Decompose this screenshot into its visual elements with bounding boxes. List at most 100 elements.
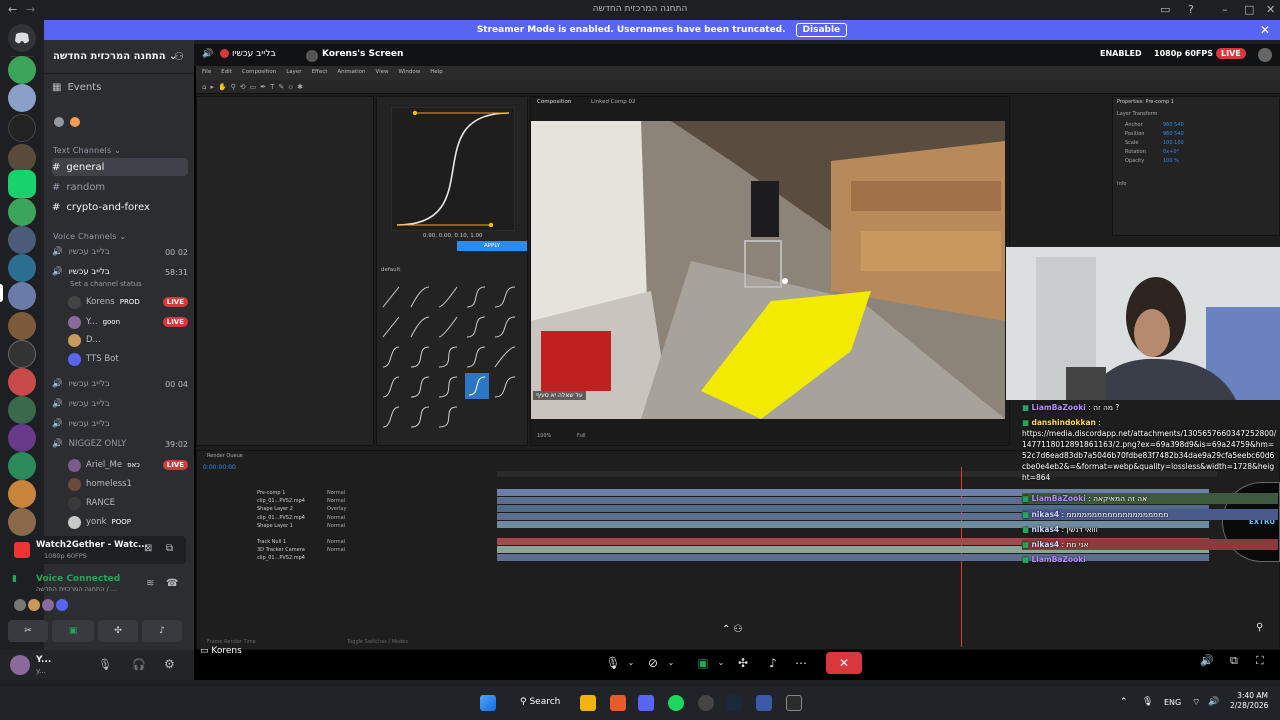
ease-curve-graph[interactable] [391, 107, 515, 231]
share-options-icon[interactable]: ⌄ [710, 652, 732, 674]
speaker-icon[interactable]: 🔊 [202, 49, 213, 59]
layer-name[interactable]: clip_01...PVS2.mp4 [257, 514, 305, 522]
popout-stream-icon[interactable]: ⧉ [1230, 654, 1238, 668]
events-item[interactable]: ▦ Events [52, 78, 188, 96]
layer-mode[interactable]: Normal [327, 546, 346, 554]
voice-channel-3[interactable]: 🔊 בלייב עכשיו 00 04 [52, 375, 188, 393]
discord-taskbar-icon[interactable] [638, 695, 654, 711]
windows-start-icon[interactable] [480, 695, 496, 711]
help-icon[interactable]: ? [1188, 3, 1194, 16]
voice-channel-2[interactable]: 🔊 בלייב עכשיו 58:31 [52, 263, 188, 281]
app-icon-2[interactable] [786, 695, 802, 711]
server-icon-2[interactable] [8, 84, 36, 112]
share-screen-button[interactable]: ▣ [52, 620, 94, 642]
server-icon-3[interactable] [8, 114, 36, 142]
composition-viewer[interactable]: על שאלה יא סעיף [531, 121, 1005, 419]
more-options-icon[interactable]: ⋯ [790, 652, 812, 674]
user-avatar[interactable] [10, 655, 30, 675]
soundboard-icon[interactable]: ♪ [762, 652, 784, 674]
server-icon-11[interactable] [8, 340, 36, 368]
add-friend-icon[interactable]: ⚇ [174, 50, 184, 63]
voice-user-homeless[interactable]: homeless1 [68, 475, 188, 493]
chevron-up-icon[interactable]: ⌃ [1120, 697, 1128, 707]
voice-sub[interactable]: התחנה המרכזית החדשה / ... [36, 585, 117, 593]
menu-view[interactable]: View [375, 69, 388, 77]
voice-user-ttsbot[interactable]: TTS Bot [68, 350, 188, 368]
mic-options-icon[interactable]: ⌄ [620, 652, 642, 674]
server-icon-16[interactable] [8, 480, 36, 508]
voice-channel-niggez[interactable]: 🔊 NIGGEZ ONLY 39:02 [52, 435, 188, 453]
menu-file[interactable]: File [202, 69, 211, 77]
channel-crypto[interactable]: # crypto-and-forex [52, 198, 188, 216]
val-position[interactable]: 960 540 [1163, 130, 1184, 139]
val-rotation[interactable]: 0x+0° [1163, 148, 1184, 157]
voice-channel-1[interactable]: 🔊 בלייב עכשיו 00 02 [52, 243, 188, 261]
voice-channels-category[interactable]: Voice Channels ⌄ [53, 232, 126, 241]
server-icon-13[interactable] [8, 396, 36, 424]
mic-tray-icon[interactable]: 🎙 [1142, 697, 1153, 707]
server-icon-kick[interactable] [8, 170, 36, 198]
microphone-icon[interactable]: 🎙 [98, 658, 112, 671]
wifi-icon[interactable]: ⌔ [1192, 697, 1200, 708]
popout-icon[interactable]: ⧉ [166, 543, 173, 554]
voice-user-ariel[interactable]: Ariel_Me כאפ LIVE [68, 456, 188, 474]
composition-tab[interactable]: Composition [537, 99, 571, 105]
menu-help[interactable]: Help [430, 69, 443, 77]
volume-icon[interactable]: 🔊 [1200, 654, 1214, 667]
server-icon-15[interactable] [8, 452, 36, 480]
menu-layer[interactable]: Layer [286, 69, 301, 77]
render-queue-tab[interactable]: Render Queue [207, 453, 243, 459]
server-icon-current[interactable] [8, 282, 36, 310]
headphones-icon[interactable]: 🎧 [132, 658, 146, 671]
val-opacity[interactable]: 100 % [1163, 157, 1184, 166]
close-window-button[interactable]: ✕ [1266, 3, 1275, 16]
apply-button[interactable]: APPLY [457, 241, 527, 251]
layer-mode[interactable]: Normal [327, 522, 346, 530]
taskbar-search[interactable]: ⚲ Search [520, 697, 560, 707]
voice-channel-4[interactable]: 🔊 בלייב עכשיו [52, 395, 188, 413]
chevron-up-icon[interactable]: ⌃ ⚇ [722, 624, 743, 635]
spotify-icon[interactable] [668, 695, 684, 711]
preset-dropdown[interactable]: default [381, 267, 400, 273]
voice-user-yonk[interactable]: yonk POOP [68, 513, 188, 531]
menu-window[interactable]: Window [399, 69, 421, 77]
voice-user-rance[interactable]: RANCE [68, 494, 188, 512]
brave-browser-icon[interactable] [610, 695, 626, 711]
val-scale[interactable]: 100 100 [1163, 139, 1184, 148]
server-icon-8[interactable] [8, 254, 36, 282]
activities-icon[interactable]: ✣ [732, 652, 754, 674]
disconnect-icon[interactable]: ☎ [166, 578, 178, 589]
inbox-icon[interactable]: ▭ [1160, 3, 1170, 16]
layer-modes[interactable]: Normal Normal Overlay Normal Normal Norm… [327, 489, 346, 554]
camera-options-icon[interactable]: ⌄ [660, 652, 682, 674]
server-icon-frog[interactable] [8, 56, 36, 84]
leave-call-button[interactable]: ✕ [826, 652, 862, 674]
preset-grid[interactable] [381, 283, 525, 433]
timecode[interactable]: 0:00:00:00 [203, 464, 236, 471]
layer-mode[interactable]: Normal [327, 538, 346, 546]
menu-animation[interactable]: Animation [337, 69, 365, 77]
toggle-switches[interactable]: Toggle Switches / Modes [347, 639, 408, 645]
server-icon-6[interactable] [8, 198, 36, 226]
menu-effect[interactable]: Effect [312, 69, 328, 77]
zoom-icon[interactable]: ⚲ [1256, 622, 1263, 633]
layer-name[interactable]: Shape Layer 2 [257, 505, 305, 513]
stop-stream-icon[interactable]: ⊠ [144, 543, 152, 554]
disable-streamer-mode-button[interactable]: Disable [795, 23, 848, 37]
server-icon-7[interactable] [8, 226, 36, 254]
layer-name[interactable]: Pre-comp 1 [257, 489, 305, 497]
settings-gear-icon[interactable]: ⚙ [164, 657, 175, 671]
channel-random[interactable]: # random [52, 178, 188, 196]
text-channels-category[interactable]: Text Channels ⌄ [53, 146, 121, 155]
menu-edit[interactable]: Edit [221, 69, 232, 77]
maximize-button[interactable]: □ [1244, 3, 1254, 16]
channel-general[interactable]: # general [52, 158, 188, 176]
val-anchor[interactable]: 960 540 [1163, 121, 1184, 130]
layer-mode[interactable]: Overlay [327, 505, 346, 513]
banner-close-icon[interactable]: ✕ [1260, 23, 1270, 37]
menu-composition[interactable]: Composition [242, 69, 276, 77]
soundboard-button[interactable]: ♪ [142, 620, 182, 642]
server-icon-4[interactable] [8, 144, 36, 172]
server-icon-12[interactable] [8, 368, 36, 396]
zoom-level[interactable]: 100% [537, 433, 551, 439]
